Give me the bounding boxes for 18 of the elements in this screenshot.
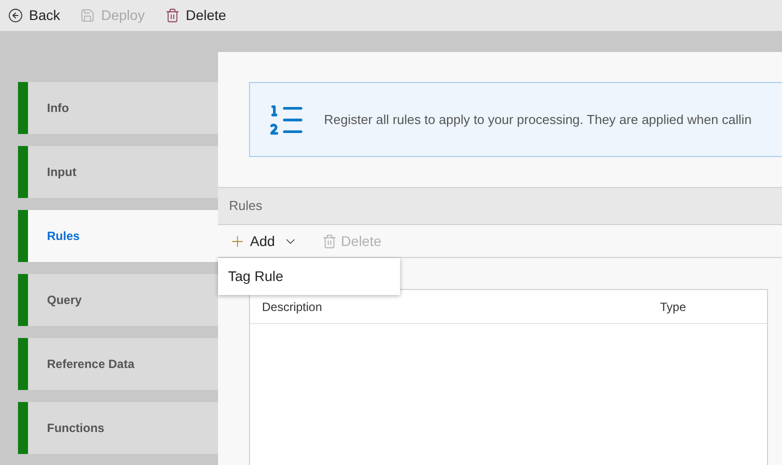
- sidebar-item[interactable]: Info: [18, 82, 218, 134]
- back-button[interactable]: Back: [8, 5, 60, 26]
- trash-icon: [322, 234, 337, 248]
- column-header: Description: [261, 298, 324, 316]
- add-button[interactable]: Add: [229, 230, 275, 252]
- sidebar-item[interactable]: Rules: [18, 210, 218, 262]
- delete-button[interactable]: Delete: [164, 5, 226, 26]
- back-icon: [8, 8, 23, 23]
- menu-item[interactable]: Tag Rule: [218, 265, 400, 288]
- trash-icon: [164, 8, 180, 23]
- sidebar-item[interactable]: Input: [18, 146, 218, 198]
- column-header: Type: [660, 298, 686, 316]
- sidebar-item[interactable]: Reference Data: [18, 338, 218, 390]
- sidebar-item[interactable]: Functions: [18, 402, 218, 454]
- section-title: Rules: [229, 197, 262, 216]
- save-icon: [80, 8, 96, 23]
- info-text: Register all rules to apply to your processing. They are applied when callin: [324, 110, 752, 129]
- sidebar-item[interactable]: Query: [18, 274, 218, 326]
